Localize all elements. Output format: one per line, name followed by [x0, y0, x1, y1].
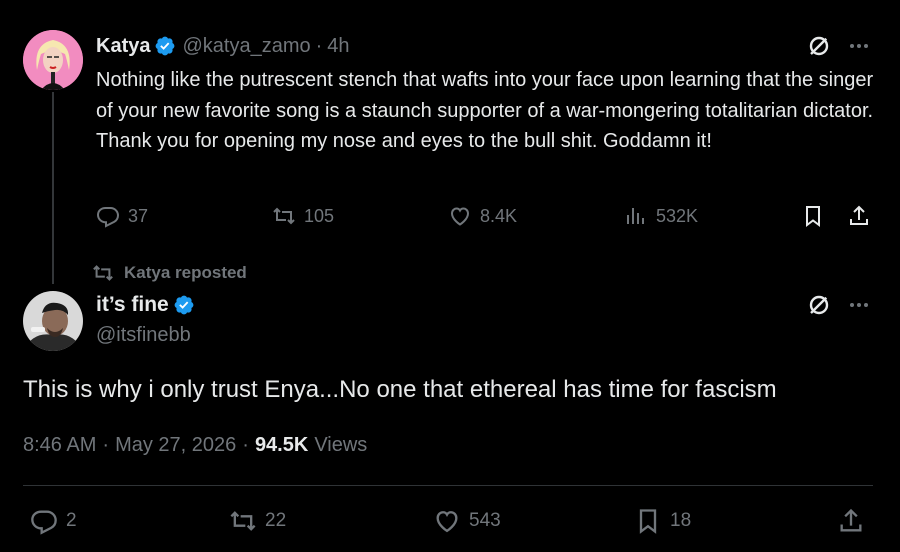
quoted-tweet-header: Katya @katya_zamo · 4h [96, 33, 350, 59]
repost-icon [273, 207, 295, 225]
repost-indicator[interactable]: Katya reposted [92, 262, 247, 284]
divider [23, 485, 873, 486]
more-icon[interactable] [847, 34, 871, 58]
tweet-time[interactable]: 4h [327, 35, 349, 58]
separator-dot: · [102, 434, 110, 456]
main-tweet-text: This is why i only trust Enya...No one t… [23, 376, 777, 403]
like-count: 8.4K [480, 205, 518, 226]
views-count: 94.5K [254, 434, 309, 456]
like-button[interactable]: 543 [433, 507, 501, 535]
quoted-tweet-text: Nothing like the putrescent stench that … [96, 69, 874, 152]
reply-count: 2 [66, 510, 77, 531]
share-button[interactable] [837, 507, 865, 535]
main-tweet-author[interactable]: it’s fine [96, 293, 195, 317]
separator-dot: · [242, 434, 249, 456]
author-name[interactable]: it’s fine [96, 293, 169, 317]
share-icon [840, 508, 862, 532]
views-icon [627, 208, 644, 224]
share-icon [850, 205, 868, 225]
avatar-katya[interactable] [23, 30, 83, 90]
tweet-thread-view: Katya @katya_zamo · 4h Nothing like the … [0, 0, 900, 552]
separator-dot: · [315, 34, 323, 57]
views-button[interactable]: 532K [624, 204, 698, 228]
views-count: 532K [656, 205, 699, 226]
reply-count: 37 [128, 205, 149, 226]
bookmark-count: 18 [670, 510, 692, 531]
reply-button[interactable]: 37 [96, 204, 148, 228]
like-icon [450, 207, 470, 226]
bookmark-button[interactable]: 18 [634, 507, 691, 535]
reply-icon [31, 510, 57, 535]
repost-label: Katya reposted [124, 263, 247, 282]
like-button[interactable]: 8.4K [448, 204, 517, 228]
repost-count: 105 [304, 205, 335, 226]
views-label: Views [314, 434, 368, 456]
share-button[interactable] [847, 204, 871, 228]
bookmark-icon [806, 206, 820, 227]
repost-button[interactable]: 105 [272, 204, 334, 228]
like-count: 543 [469, 510, 501, 531]
tweet-metadata: 8:46 AM · May 27, 2026 · 94.5K Views [23, 434, 367, 457]
author-handle[interactable]: @katya_zamo [182, 35, 310, 58]
avatar-itsfine[interactable] [23, 291, 83, 351]
repost-button[interactable]: 22 [229, 507, 286, 535]
bookmark-icon [639, 509, 657, 534]
thread-connector-line [52, 92, 54, 284]
repost-icon [230, 511, 256, 531]
like-icon [436, 511, 458, 533]
bookmark-button[interactable] [801, 204, 825, 228]
author-name[interactable]: Katya [96, 35, 150, 58]
reply-button[interactable]: 2 [30, 507, 77, 535]
verified-badge-icon [173, 294, 195, 316]
more-icon[interactable] [847, 293, 871, 317]
tweet-time[interactable]: 8:46 AM [23, 434, 96, 457]
repost-count: 22 [265, 510, 287, 531]
grok-icon[interactable] [806, 33, 832, 59]
repost-icon [93, 265, 113, 281]
reply-icon [96, 207, 120, 228]
author-handle[interactable]: @itsfinebb [96, 324, 191, 347]
verified-badge-icon [154, 35, 176, 57]
grok-icon[interactable] [806, 292, 832, 318]
tweet-date[interactable]: May 27, 2026 [115, 434, 236, 457]
